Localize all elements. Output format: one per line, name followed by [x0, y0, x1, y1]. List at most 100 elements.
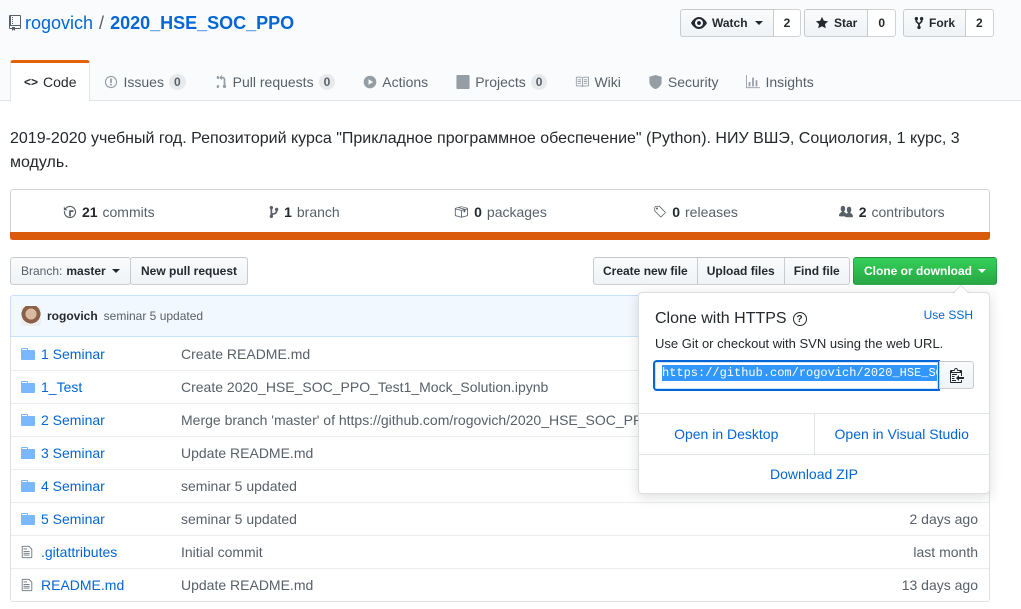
tab-code[interactable]: <> Code	[10, 60, 91, 102]
clone-popover: Clone with HTTPS ? Use SSH Use Git or ch…	[638, 285, 990, 494]
tab-wiki[interactable]: Wiki	[561, 60, 634, 101]
repo-description: 2019-2020 учебный год. Репозиторий курса…	[10, 130, 960, 171]
tab-insights[interactable]: Insights	[732, 60, 827, 101]
clone-url-text: https://github.com/rogovich/2020_HSE_SOC	[662, 365, 937, 381]
language-bar[interactable]	[10, 232, 990, 240]
clone-subtitle: Use Git or checkout with SVN using the w…	[655, 336, 944, 351]
avatar[interactable]	[21, 306, 41, 326]
file-age: 13 days ago	[901, 577, 978, 593]
branch-icon	[269, 205, 279, 219]
tag-icon	[654, 205, 666, 218]
star-icon	[815, 16, 829, 29]
file-name-link[interactable]: .gitattributes	[41, 544, 181, 560]
file-name-link[interactable]: 2 Seminar	[41, 412, 181, 428]
file-name-link[interactable]: 3 Seminar	[41, 445, 181, 461]
star-group: Star 0	[804, 9, 897, 37]
folder-icon	[11, 414, 41, 426]
folder-icon	[11, 447, 41, 459]
file-icon	[11, 545, 41, 559]
star-label: Star	[834, 16, 858, 30]
watch-count[interactable]: 2	[773, 9, 802, 37]
watch-button[interactable]: Watch	[680, 9, 774, 37]
tab-projects[interactable]: Projects 0	[442, 60, 561, 101]
branches-count: 1	[284, 204, 292, 220]
find-file-button[interactable]: Find file	[783, 257, 850, 285]
people-icon	[838, 205, 853, 218]
tab-security[interactable]: Security	[635, 60, 733, 101]
create-file-button[interactable]: Create new file	[593, 257, 698, 285]
file-row: .gitattributes Initial commit last month	[11, 535, 989, 568]
upload-files-button[interactable]: Upload files	[696, 257, 785, 285]
commit-message[interactable]: seminar 5 updated	[104, 309, 203, 323]
file-row: 5 Seminar seminar 5 updated 2 days ago	[11, 502, 989, 535]
eye-icon	[691, 17, 707, 29]
tab-label: Projects	[475, 73, 526, 90]
code-icon: <>	[24, 75, 39, 89]
question-icon[interactable]: ?	[792, 312, 807, 326]
chevron-down-icon	[111, 269, 120, 273]
repo-owner-link[interactable]: rogovich	[25, 12, 93, 34]
repo-name-link[interactable]: 2020_HSE_SOC_PPO	[110, 12, 294, 34]
summary-contributors[interactable]: 2 contributors	[793, 190, 989, 234]
file-commit-message[interactable]: seminar 5 updated	[181, 511, 741, 527]
fork-count[interactable]: 2	[966, 9, 994, 37]
fork-group: Fork 2	[903, 9, 994, 37]
file-commit-message[interactable]: Update README.md	[181, 577, 741, 593]
summary-commits[interactable]: 21 commits	[11, 190, 207, 234]
tab-actions[interactable]: Actions	[349, 60, 442, 101]
repo-separator: /	[99, 13, 105, 33]
file-name-link[interactable]: 1_Test	[41, 379, 181, 395]
star-button[interactable]: Star	[804, 9, 869, 37]
repo-icon	[9, 15, 21, 31]
tab-label: Security	[667, 73, 719, 90]
open-visual-studio-button[interactable]: Open in Visual Studio	[815, 414, 990, 454]
chevron-down-icon	[754, 21, 763, 25]
file-age: 2 days ago	[909, 511, 979, 527]
commits-count: 21	[81, 204, 98, 220]
history-icon	[63, 205, 77, 219]
commit-author[interactable]: rogovich	[47, 309, 98, 323]
branch-select-button[interactable]: Branch: master	[10, 257, 131, 285]
projects-counter: 0	[530, 73, 548, 90]
watch-label: Watch	[712, 16, 748, 30]
use-ssh-link[interactable]: Use SSH	[924, 308, 973, 322]
releases-label: releases	[685, 204, 738, 220]
book-icon	[575, 75, 590, 89]
pull-requests-counter: 0	[318, 73, 336, 90]
open-desktop-button[interactable]: Open in Desktop	[639, 414, 815, 454]
star-count[interactable]: 0	[868, 9, 897, 37]
project-icon	[456, 74, 470, 89]
file-name-link[interactable]: 4 Seminar	[41, 478, 181, 494]
packages-label: packages	[486, 204, 547, 220]
fork-label: Fork	[929, 16, 956, 30]
clone-open-actions: Open in Desktop Open in Visual Studio	[639, 413, 989, 454]
download-zip-button[interactable]: Download ZIP	[639, 454, 989, 493]
summary-packages[interactable]: 0 packages	[402, 190, 598, 234]
folder-icon	[11, 513, 41, 525]
copy-url-button[interactable]	[939, 361, 974, 389]
summary-branches[interactable]: 1 branch	[207, 190, 403, 234]
tab-issues[interactable]: Issues 0	[90, 60, 199, 101]
releases-count: 0	[672, 204, 681, 220]
file-commit-message[interactable]: Initial commit	[181, 544, 741, 560]
tab-label: Code	[43, 74, 77, 90]
issue-icon	[104, 75, 118, 89]
repo-header: rogovich / 2020_HSE_SOC_PPO Watch 2 Star…	[0, 0, 1021, 102]
file-actions-group: Create new file Upload files Find file	[593, 257, 850, 285]
fork-button[interactable]: Fork	[903, 9, 967, 37]
summary-releases[interactable]: 0 releases	[598, 190, 794, 234]
tab-label: Pull requests	[232, 73, 314, 90]
file-name-link[interactable]: 5 Seminar	[41, 511, 181, 527]
tab-label: Actions	[382, 73, 429, 90]
clipboard-icon	[949, 368, 964, 383]
tab-pull-requests[interactable]: Pull requests 0	[200, 60, 350, 101]
play-icon	[363, 75, 377, 89]
file-name-link[interactable]: 1 Seminar	[41, 346, 181, 362]
contributors-count: 2	[858, 204, 867, 220]
clone-download-button[interactable]: Clone or download	[853, 257, 997, 285]
new-pull-request-button[interactable]: New pull request	[130, 257, 249, 285]
folder-icon	[11, 347, 41, 360]
clone-url-input[interactable]: https://github.com/rogovich/2020_HSE_SOC	[655, 362, 938, 389]
clone-popover-title: Clone with HTTPS ?	[655, 310, 807, 328]
file-name-link[interactable]: README.md	[41, 577, 181, 593]
